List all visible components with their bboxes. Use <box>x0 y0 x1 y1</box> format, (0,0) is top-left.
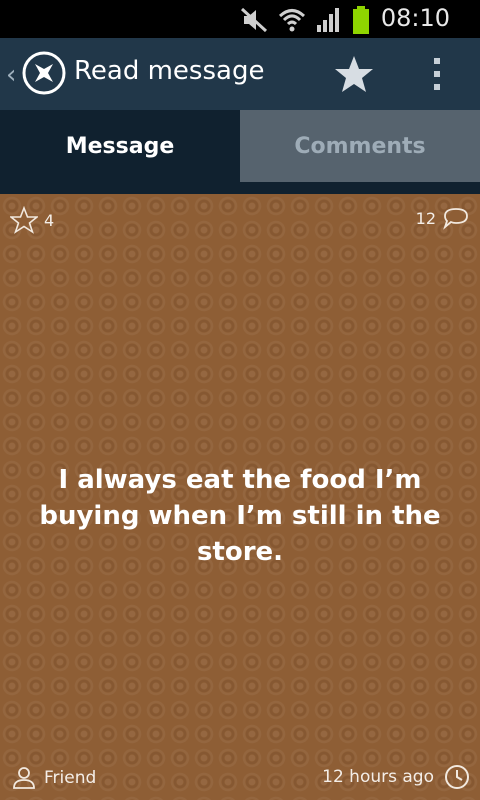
signal-icon <box>317 8 339 32</box>
comment-count: 12 <box>415 208 436 228</box>
overflow-menu-icon[interactable] <box>432 58 442 92</box>
app-bar: ‹ Read message <box>0 38 480 110</box>
clock-icon <box>445 765 469 789</box>
tab-comments[interactable]: Comments <box>240 110 480 182</box>
tab-bar: Message Comments <box>0 110 480 182</box>
post-time: 12 hours ago <box>322 764 470 790</box>
person-icon <box>13 767 35 789</box>
status-bar: 08:10 <box>0 0 480 38</box>
message-card[interactable]: 4 12 I always eat the food I’m buying wh… <box>0 194 480 800</box>
like-count: 4 <box>44 210 55 230</box>
tab-underline <box>0 182 480 194</box>
author-name: Friend <box>44 768 97 788</box>
status-icons <box>240 6 370 34</box>
battery-icon <box>353 6 369 34</box>
comment-bubble-icon <box>443 208 468 230</box>
time-ago: 12 hours ago <box>322 767 434 787</box>
page-title: Read message <box>74 56 265 86</box>
message-text: I always eat the food I’m buying when I’… <box>39 465 441 567</box>
star-outline-icon <box>10 206 38 234</box>
app-logo-icon[interactable] <box>22 51 66 95</box>
status-time: 08:10 <box>380 4 450 32</box>
tab-message[interactable]: Message <box>0 110 240 182</box>
mute-icon <box>240 7 268 33</box>
star-icon[interactable] <box>334 54 374 94</box>
author[interactable]: Friend <box>12 766 96 790</box>
comments[interactable]: 12 <box>416 206 470 230</box>
back-chevron-icon[interactable]: ‹ <box>6 60 16 90</box>
likes[interactable]: 4 <box>10 206 54 234</box>
wifi-icon <box>278 9 306 32</box>
